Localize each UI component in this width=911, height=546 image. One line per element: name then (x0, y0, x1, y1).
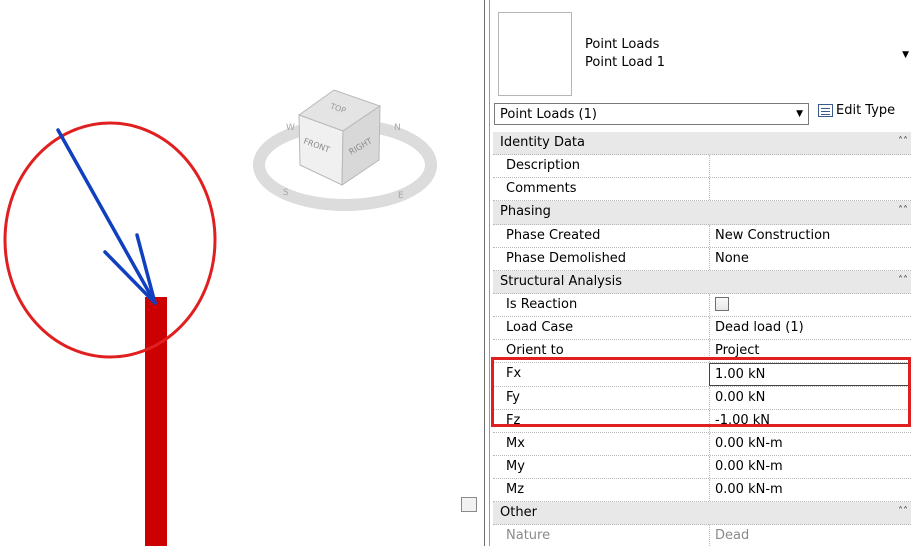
property-row-mx[interactable]: Mx 0.00 kN-m (493, 432, 911, 456)
property-value: 0.00 kN-m (715, 435, 783, 451)
property-name: Phase Demolished (506, 250, 627, 266)
property-name: Description (506, 158, 581, 174)
property-row-mz[interactable]: Mz 0.00 kN-m (493, 479, 911, 503)
property-value-field[interactable]: New Construction (709, 224, 911, 247)
property-row-orient-to[interactable]: Orient to Project (493, 340, 911, 364)
property-name: Is Reaction (506, 296, 578, 312)
property-name: Nature (506, 528, 551, 544)
property-value: None (715, 250, 749, 266)
fx-value-input[interactable]: 1.00 kN (709, 363, 911, 386)
property-row-load-case[interactable]: Load Case Dead load (1) (493, 317, 911, 341)
property-value: Project (715, 343, 760, 359)
property-value-field[interactable]: Project (709, 340, 911, 363)
compass-w-label: W (286, 123, 295, 133)
group-header-phasing[interactable]: Phasing ˄˄ (493, 201, 911, 225)
divider-line (489, 0, 490, 546)
model-viewport[interactable]: TOP FRONT RIGHT N E S W (0, 0, 458, 546)
type-dropdown-arrow-icon[interactable]: ▼ (902, 50, 909, 60)
property-grid: Identity Data ˄˄ Description Comments Ph… (493, 132, 911, 546)
property-row-description[interactable]: Description (493, 155, 911, 179)
annotation-ellipse (3, 121, 217, 359)
properties-palette: Point Loads Point Load 1 ▼ Point Loads (… (491, 0, 911, 546)
compass-e-label: E (398, 191, 404, 201)
property-value-field[interactable] (709, 155, 911, 178)
panel-divider[interactable] (458, 0, 491, 546)
collapse-icon[interactable]: ˄˄ (898, 136, 908, 147)
group-header-identity-data[interactable]: Identity Data ˄˄ (493, 132, 911, 156)
property-value: Dead (715, 528, 750, 544)
property-name: Orient to (506, 343, 564, 359)
group-label: Identity Data (500, 135, 585, 150)
instance-selector-row: Point Loads (1) ▼ Edit Type (491, 100, 911, 128)
property-value-field[interactable]: -1.00 kN (709, 409, 911, 432)
property-name: My (506, 458, 525, 474)
type-name: Point Load 1 (585, 55, 665, 70)
group-header-structural-analysis[interactable]: Structural Analysis ˄˄ (493, 270, 911, 294)
chevron-down-icon: ▼ (796, 109, 803, 119)
property-row-fz[interactable]: Fz -1.00 kN (493, 409, 911, 433)
property-value: -1.00 kN (715, 412, 771, 428)
collapse-icon[interactable]: ˄˄ (898, 205, 908, 216)
property-name: Mz (506, 482, 525, 498)
property-value-field[interactable]: 0.00 kN (709, 386, 911, 409)
property-value-field[interactable]: Dead load (1) (709, 317, 911, 340)
property-value-field[interactable] (709, 178, 911, 201)
property-value: 1.00 kN (715, 367, 766, 383)
property-row-is-reaction[interactable]: Is Reaction (493, 293, 911, 318)
edit-type-icon (818, 104, 833, 117)
property-value-field[interactable]: None (709, 247, 911, 270)
property-name: Fy (506, 389, 520, 405)
structural-column[interactable] (145, 297, 167, 546)
edit-type-button[interactable]: Edit Type (818, 103, 895, 125)
property-value: New Construction (715, 227, 831, 243)
property-value: Dead load (1) (715, 320, 804, 336)
scroll-handle[interactable] (461, 497, 477, 512)
group-label: Other (500, 505, 537, 521)
property-value-field[interactable]: 0.00 kN-m (709, 432, 911, 455)
collapse-icon[interactable]: ˄˄ (898, 506, 908, 517)
compass-s-label: S (283, 188, 289, 198)
group-label: Phasing (500, 204, 551, 220)
property-value-field[interactable]: 0.00 kN-m (709, 479, 911, 502)
property-row-nature: Nature Dead (493, 525, 911, 546)
property-value-field[interactable]: 0.00 kN-m (709, 455, 911, 479)
property-value-field (709, 293, 911, 317)
edit-type-label: Edit Type (836, 103, 896, 118)
divider-line (484, 0, 485, 546)
point-load-arrow[interactable] (56, 128, 157, 305)
property-value: 0.00 kN-m (715, 482, 783, 498)
compass-n-label: N (394, 123, 401, 133)
property-row-fx[interactable]: Fx 1.00 kN (493, 363, 911, 387)
property-name: Comments (506, 181, 577, 197)
property-row-comments[interactable]: Comments (493, 178, 911, 202)
property-row-fy[interactable]: Fy 0.00 kN (493, 386, 911, 410)
is-reaction-checkbox[interactable] (715, 296, 729, 311)
type-selector-header[interactable]: Point Loads Point Load 1 ▼ (491, 0, 911, 98)
property-name: Fz (506, 412, 521, 428)
property-name: Load Case (506, 320, 574, 336)
group-header-other[interactable]: Other ˄˄ (493, 502, 911, 526)
family-name: Point Loads (585, 37, 660, 52)
group-label: Structural Analysis (500, 273, 623, 289)
property-name: Mx (506, 435, 525, 451)
collapse-icon[interactable]: ˄˄ (898, 275, 908, 286)
property-row-phase-demolished[interactable]: Phase Demolished None (493, 247, 911, 271)
property-value: 0.00 kN-m (715, 458, 783, 474)
property-row-phase-created[interactable]: Phase Created New Construction (493, 224, 911, 248)
instance-filter-label: Point Loads (1) (500, 107, 597, 122)
type-preview-image (498, 12, 572, 96)
property-value: 0.00 kN (715, 389, 766, 405)
property-row-my[interactable]: My 0.00 kN-m (493, 455, 911, 480)
property-name: Phase Created (506, 227, 601, 243)
instance-filter-dropdown[interactable]: Point Loads (1) ▼ (494, 103, 809, 125)
property-value-field: Dead (709, 525, 911, 546)
property-name: Fx (506, 366, 522, 382)
